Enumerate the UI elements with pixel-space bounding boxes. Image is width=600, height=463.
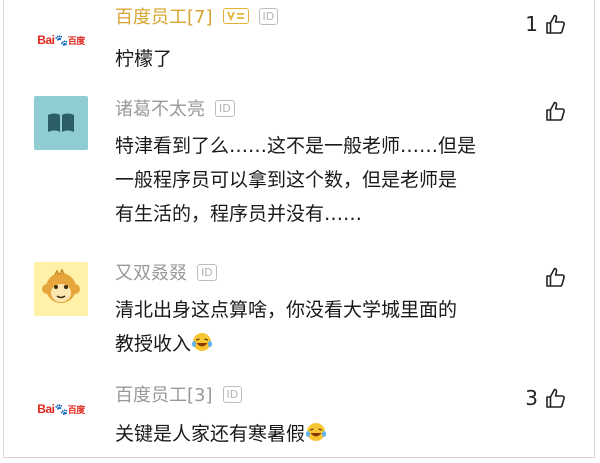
avatar[interactable]: Bai🐾百度 xyxy=(34,382,88,436)
id-badge: ID xyxy=(222,385,243,403)
username[interactable]: 百度员工[3] xyxy=(115,381,213,407)
comment-text: 柠檬了 xyxy=(115,48,173,70)
like-button[interactable]: 3 xyxy=(525,386,566,410)
like-button[interactable]: 1 xyxy=(525,12,566,36)
baidu-logo: Bai🐾百度 xyxy=(37,402,85,416)
username-row: 诸葛不太亮 ID xyxy=(115,96,235,120)
monkey-icon xyxy=(42,269,80,303)
like-button[interactable] xyxy=(544,266,566,288)
book-icon xyxy=(48,113,74,132)
avatar[interactable] xyxy=(34,96,88,150)
comment-text-line: 教授收入 xyxy=(115,333,192,355)
id-badge: ID xyxy=(258,7,279,25)
laughing-crying-emoji-icon xyxy=(305,420,327,454)
thumbs-up-icon xyxy=(546,267,565,287)
avatar[interactable]: Bai🐾百度 xyxy=(34,13,88,67)
level-badge-icon xyxy=(222,8,249,24)
thumbs-up-icon xyxy=(546,388,565,408)
avatar[interactable] xyxy=(34,262,88,316)
comment-text: 特津看到了么……这不是一般老师……但是 一般程序员可以拿到这个数，但是老师是 有… xyxy=(115,129,535,231)
username-row: 百度员工[7] ID xyxy=(115,3,279,29)
laughing-crying-emoji-icon xyxy=(191,330,213,364)
comment-text: 清北出身这点算啥，你没看大学城里面的 教授收入 xyxy=(115,293,535,364)
comment-text-line: 有生活的，程序员并没有…… xyxy=(115,203,363,225)
comment-text-line-with-emoji: 教授收入 xyxy=(115,327,535,364)
like-count: 3 xyxy=(525,386,538,410)
comment-text-line: 特津看到了么……这不是一般老师……但是 xyxy=(115,135,477,157)
comment-text-line: 一般程序员可以拿到这个数，但是老师是 xyxy=(115,169,458,191)
username[interactable]: 诸葛不太亮 xyxy=(115,95,205,121)
username-row: 又双叒叕 ID xyxy=(115,260,217,284)
like-count: 1 xyxy=(525,12,538,36)
baidu-logo: Bai🐾百度 xyxy=(37,33,85,47)
username[interactable]: 又双叒叕 xyxy=(115,259,187,285)
like-button[interactable] xyxy=(544,100,566,122)
id-badge: ID xyxy=(197,263,217,281)
comment-text-with-emoji: 关键是人家还有寒暑假 xyxy=(115,417,535,454)
thumbs-up-icon xyxy=(546,101,565,121)
username[interactable]: 百度员工[7] xyxy=(115,3,213,29)
username-row: 百度员工[3] ID xyxy=(115,381,243,407)
id-badge: ID xyxy=(215,99,235,117)
thumbs-up-icon xyxy=(546,14,565,34)
comment-text: 关键是人家还有寒暑假 xyxy=(115,423,306,445)
comment-text-line: 清北出身这点算啥，你没看大学城里面的 xyxy=(115,299,458,321)
comment-list: Bai🐾百度 百度员工[7] ID 1 柠檬了 诸葛不太亮 ID 特津看到了么…… xyxy=(3,0,595,458)
